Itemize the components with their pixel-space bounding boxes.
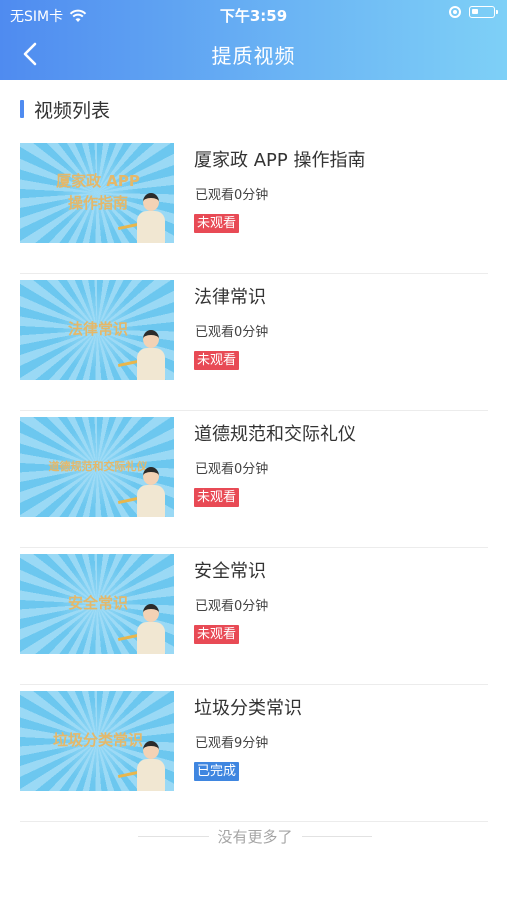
video-item[interactable]: 垃圾分类常识 垃圾分类常识 已观看9分钟 已完成 (20, 685, 488, 822)
video-thumbnail[interactable]: 厦家政 APP 操作指南 (20, 143, 174, 243)
status-time: 下午3:59 (219, 7, 288, 25)
status-badge: 未观看 (194, 214, 240, 233)
orientation-lock-icon (449, 6, 461, 18)
presenter-illustration (117, 467, 168, 517)
presenter-illustration (117, 193, 168, 243)
video-title: 法律常识 (194, 287, 266, 308)
presenter-illustration (117, 604, 168, 654)
status-badge: 已完成 (194, 762, 240, 781)
divider (301, 835, 373, 837)
watch-progress: 已观看9分钟 (195, 736, 269, 751)
video-title: 垃圾分类常识 (194, 698, 302, 719)
video-title: 道德规范和交际礼仪 (194, 424, 356, 445)
watch-progress: 已观看0分钟 (195, 599, 269, 614)
video-thumbnail[interactable]: 道德规范和交际礼仪 (20, 417, 174, 517)
section-header: 视频列表 (20, 96, 110, 122)
status-badge: 未观看 (194, 351, 240, 370)
list-end-footer: 没有更多了 (138, 824, 373, 848)
video-thumbnail[interactable]: 垃圾分类常识 (20, 691, 174, 791)
battery-icon (469, 6, 498, 18)
presenter-illustration (117, 330, 168, 380)
watch-progress: 已观看0分钟 (195, 188, 269, 203)
nav-bar: 提质视频 (0, 28, 507, 80)
section-accent-bar (20, 100, 24, 118)
presenter-illustration (117, 741, 168, 791)
video-thumbnail[interactable]: 法律常识 (20, 280, 174, 380)
watch-progress: 已观看0分钟 (195, 325, 269, 340)
video-item[interactable]: 法律常识 法律常识 已观看0分钟 未观看 (20, 274, 488, 411)
page-title: 提质视频 (211, 44, 296, 68)
status-badge: 未观看 (194, 488, 240, 507)
section-title: 视频列表 (34, 99, 111, 122)
video-item[interactable]: 道德规范和交际礼仪 道德规范和交际礼仪 已观看0分钟 未观看 (20, 411, 488, 548)
video-list: 厦家政 APP 操作指南 厦家政 APP 操作指南 已观看0分钟 未观看 法律常识… (20, 137, 488, 822)
video-title: 厦家政 APP 操作指南 (194, 150, 366, 171)
status-badge: 未观看 (194, 625, 240, 644)
video-item[interactable]: 厦家政 APP 操作指南 厦家政 APP 操作指南 已观看0分钟 未观看 (20, 137, 488, 274)
video-item[interactable]: 安全常识 安全常识 已观看0分钟 未观看 (20, 548, 488, 685)
status-bar: 无SIM卡 下午3:59 (0, 0, 507, 28)
divider (138, 835, 209, 837)
no-more-text: 没有更多了 (217, 827, 293, 846)
video-title: 安全常识 (194, 561, 266, 582)
header: 无SIM卡 下午3:59 提质视频 (0, 0, 507, 80)
video-thumbnail[interactable]: 安全常识 (20, 554, 174, 654)
watch-progress: 已观看0分钟 (195, 462, 269, 477)
